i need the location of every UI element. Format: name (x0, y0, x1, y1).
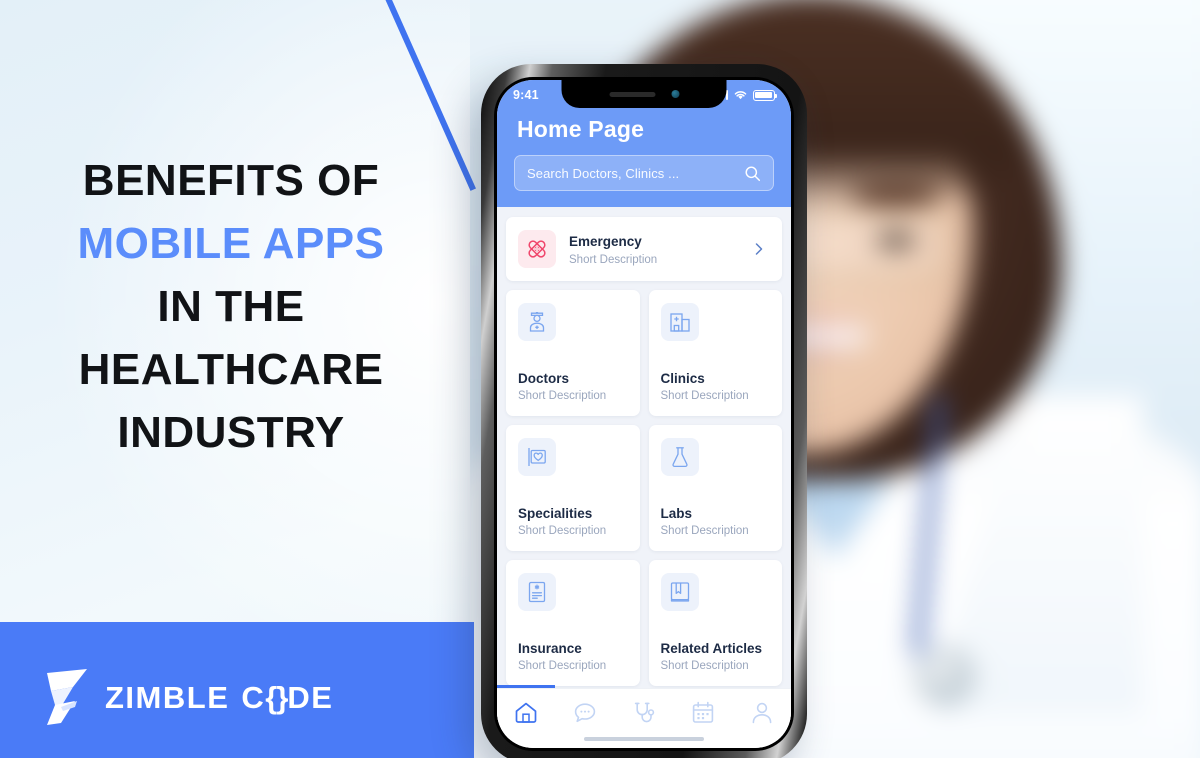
emergency-card-title: Emergency (569, 233, 642, 249)
phone-bezel: 9:41 Home Page Search Doctors, Clinics .… (494, 77, 794, 751)
headline-line-5: INDUSTRY (117, 407, 345, 457)
app-page-title: Home Page (517, 116, 645, 142)
grid-card-title: Clinics (660, 371, 705, 386)
logo-word-zimble: ZIMBLE (105, 680, 230, 715)
certificate-document-icon (518, 573, 556, 611)
banner-image: BENEFITS OF MOBILE APPS IN THE HEALTHCAR… (0, 0, 1200, 758)
grid-card-doctors[interactable]: Doctors Short Description (506, 290, 640, 416)
service-grid: Doctors Short Description Clinics Short … (506, 290, 782, 686)
grid-card-subtitle: Short Description (660, 660, 749, 672)
grid-card-subtitle: Short Description (518, 390, 607, 402)
status-bar-time: 9:41 (513, 88, 539, 102)
app-content: Emergency Short Description Doctors Shor… (497, 207, 791, 736)
phone-notch (561, 80, 727, 108)
stethoscope-icon[interactable] (631, 700, 657, 726)
grid-card-title: Related Articles (660, 641, 763, 656)
front-camera-icon (671, 90, 679, 98)
grid-card-title: Specialities (518, 506, 593, 521)
grid-card-title: Labs (660, 506, 693, 521)
heart-sign-icon (518, 438, 556, 476)
photo-stethoscope-chestpiece (916, 647, 974, 706)
phone-screen: 9:41 Home Page Search Doctors, Clinics .… (497, 80, 791, 748)
chevron-right-icon[interactable] (752, 242, 766, 256)
headline-line-1: BENEFITS OF (82, 156, 380, 205)
search-icon[interactable] (744, 165, 761, 182)
book-icon (660, 573, 699, 611)
headline-line-4: HEALTHCARE (78, 344, 384, 394)
brand-logo: ZIMBLE C {} DE (45, 667, 333, 729)
search-placeholder-text: Search Doctors, Clinics ... (527, 165, 680, 181)
flask-icon (660, 438, 699, 476)
logo-word-de: DE (287, 680, 334, 715)
calendar-icon[interactable] (690, 700, 716, 726)
grid-card-related-articles[interactable]: Related Articles Short Description (648, 560, 782, 686)
person-icon[interactable] (749, 700, 775, 726)
grid-card-specialities[interactable]: Specialities Short Description (506, 425, 640, 551)
logo-braces: {} (265, 680, 288, 715)
grid-card-subtitle: Short Description (518, 525, 607, 537)
emergency-card-subtitle: Short Description (569, 253, 658, 266)
headline-line-3: IN THE (157, 281, 305, 331)
headline-line-2: MOBILE APPS (77, 218, 385, 268)
chat-bubble-icon[interactable] (572, 700, 598, 726)
hospital-building-icon (660, 303, 699, 341)
doctor-icon (518, 303, 556, 341)
grid-card-title: Insurance (518, 641, 582, 656)
grid-card-subtitle: Short Description (518, 660, 607, 672)
battery-icon (753, 89, 778, 101)
wifi-icon (734, 91, 747, 100)
zimble-z-mark-icon (47, 669, 87, 725)
earpiece-speaker-icon (609, 91, 655, 97)
grid-card-subtitle: Short Description (660, 525, 749, 537)
grid-card-title: Doctors (518, 371, 570, 386)
logo-word-c: C (241, 680, 266, 715)
brand-logo-text: ZIMBLE C {} DE (105, 680, 333, 716)
home-icon[interactable] (513, 700, 539, 726)
search-input[interactable]: Search Doctors, Clinics ... (514, 155, 774, 191)
page-title: BENEFITS OF MOBILE APPS IN THE HEALTHCAR… (0, 150, 462, 465)
grid-card-subtitle: Short Description (660, 390, 749, 402)
crossed-bandage-icon (518, 230, 556, 268)
grid-card-insurance[interactable]: Insurance Short Description (506, 560, 640, 686)
emergency-card[interactable]: Emergency Short Description (506, 217, 782, 281)
phone-mockup: 9:41 Home Page Search Doctors, Clinics .… (481, 64, 807, 758)
emergency-card-text: Emergency Short Description (569, 233, 752, 266)
grid-card-labs[interactable]: Labs Short Description (648, 425, 782, 551)
grid-card-clinics[interactable]: Clinics Short Description (648, 290, 782, 416)
home-indicator (584, 737, 704, 741)
